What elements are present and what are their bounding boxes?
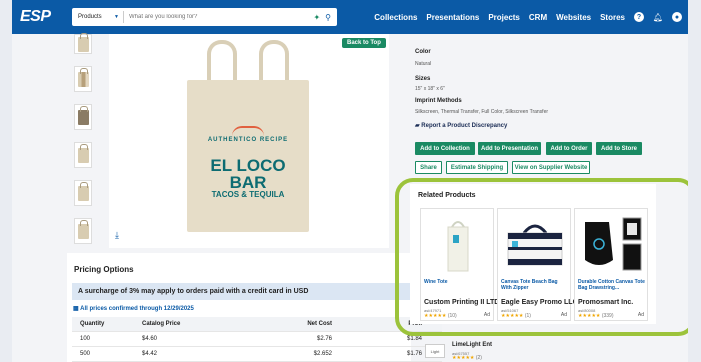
calendar-icon: ▦ <box>73 306 79 312</box>
color-value: Natural <box>415 61 432 67</box>
table-header: Quantity Catalog Price Net Cost Profi <box>72 317 442 332</box>
thumbnail[interactable] <box>74 218 92 244</box>
tote-print-line3: TACOS & TEQUILA <box>211 190 285 199</box>
header-catalog-price: Catalog Price <box>142 321 181 327</box>
tote-bag-icon <box>77 219 89 239</box>
color-label: Color <box>415 49 431 55</box>
report-discrepancy-link[interactable]: ▰ Report a Product Discrepancy <box>415 122 507 129</box>
search-category-label: Products <box>78 14 102 20</box>
imprint-label: Imprint Methods <box>415 98 462 104</box>
header-quantity: Quantity <box>80 321 105 327</box>
tote-bag-icon <box>77 181 89 201</box>
review-count: (2) <box>475 355 482 361</box>
pricing-panel: Pricing Options A surcharge of 3% may ap… <box>67 253 442 362</box>
tote-print-line2a: EL LOCO <box>210 156 286 175</box>
estimate-shipping-button[interactable]: Estimate Shipping <box>446 161 508 174</box>
tote-print-line2b: BAR <box>229 173 267 192</box>
sizes-label: Sizes <box>415 76 431 82</box>
thumbnail[interactable] <box>74 180 92 206</box>
nav-stores[interactable]: Stores <box>600 13 625 22</box>
search-category-select[interactable]: Products ▼ <box>72 11 124 23</box>
table-row: 500 $4.42 $2.652 $1.76 <box>72 347 442 362</box>
user-icon[interactable]: ● <box>672 12 682 22</box>
tote-bag-icon <box>77 105 89 125</box>
search-icon[interactable]: ⚲ <box>325 13 331 22</box>
thumbnail[interactable] <box>74 66 92 92</box>
nav-collections[interactable]: Collections <box>374 13 417 22</box>
report-discrepancy-text: Report a Product Discrepancy <box>421 123 508 129</box>
cell-profit: $1.84 <box>406 336 422 342</box>
thumbnail[interactable] <box>74 32 92 54</box>
chat-icon: ▰ <box>415 123 420 129</box>
thumbnail[interactable] <box>74 104 92 130</box>
supplier-name[interactable]: LimeLight Ent <box>452 342 492 348</box>
imprint-value: Silkscreen, Thermal Transfer, Full Color… <box>415 109 549 115</box>
tote-bag-icon <box>77 32 89 52</box>
product-info: Color Natural Sizes 15" x 18" x 6" Impri… <box>411 34 688 182</box>
share-button[interactable]: Share <box>415 161 442 174</box>
add-to-collection-button[interactable]: Add to Collection <box>415 142 475 155</box>
esp-logo[interactable]: ESP <box>20 8 68 26</box>
nav-websites[interactable]: Websites <box>556 13 591 22</box>
nav-crm[interactable]: CRM <box>529 13 547 22</box>
thumbnail-gallery <box>54 32 109 248</box>
supplier-logo: Light <box>425 344 445 358</box>
add-to-presentation-button[interactable]: Add to Presentation <box>478 142 541 155</box>
chevron-down-icon: ▼ <box>114 14 119 20</box>
back-to-top-button[interactable]: Back to Top <box>342 38 386 48</box>
cell-profit: $1.76 <box>406 351 422 357</box>
help-icon[interactable]: ? <box>634 12 644 22</box>
cell-net-cost: $2.76 <box>316 336 332 342</box>
sizes-value: 15" x 18" x 6" <box>415 86 445 92</box>
tote-print-line2: EL LOCO BAR <box>190 157 306 191</box>
logo-arc <box>232 126 264 136</box>
pricing-table: Quantity Catalog Price Net Cost Profi 10… <box>72 317 442 362</box>
prices-confirmed-text: All prices confirmed through 12/29/2025 <box>80 306 194 312</box>
add-to-store-button[interactable]: Add to Store <box>596 142 642 155</box>
highlight-outline <box>395 178 688 336</box>
cell-net-cost: $2.652 <box>313 351 332 357</box>
tote-bag-icon <box>77 143 89 163</box>
app-window: ESP Products ▼ ✦ ⚲ Collections Presentat… <box>12 0 688 362</box>
view-supplier-website-button[interactable]: View on Supplier Website <box>512 161 590 174</box>
top-navigation: ESP Products ▼ ✦ ⚲ Collections Presentat… <box>12 0 688 34</box>
search-input[interactable] <box>129 14 314 20</box>
bell-icon[interactable]: 🔔︎ <box>653 12 663 22</box>
magic-wand-icon[interactable]: ✦ <box>313 13 320 22</box>
star-rating-icon: ★★★★★ <box>452 355 475 361</box>
thumbnail[interactable] <box>74 142 92 168</box>
prices-confirmed: ▦ All prices confirmed through 12/29/202… <box>73 305 194 312</box>
nav-projects[interactable]: Projects <box>488 13 520 22</box>
search-bar: Products ▼ ✦ ⚲ <box>72 8 337 26</box>
cell-catalog-price: $4.42 <box>142 351 158 357</box>
header-net-cost: Net Cost <box>307 321 332 327</box>
cell-catalog-price: $4.60 <box>142 336 158 342</box>
add-to-order-button[interactable]: Add to Order <box>546 142 592 155</box>
supplier-rating: ★★★★★ (2) <box>452 355 482 361</box>
nav-presentations[interactable]: Presentations <box>426 13 479 22</box>
download-icon[interactable]: ⤓ <box>115 230 119 241</box>
cell-quantity: 100 <box>80 336 91 342</box>
tote-print-line1: AUTHENTICO RECIPE <box>207 137 289 143</box>
table-row: 100 $4.60 $2.76 $1.84 <box>72 332 442 347</box>
cell-quantity: 500 <box>80 351 91 357</box>
surcharge-notice: A surcharge of 3% may apply to orders pa… <box>72 283 442 300</box>
tote-bag-icon <box>77 67 89 87</box>
pricing-title: Pricing Options <box>74 265 134 274</box>
